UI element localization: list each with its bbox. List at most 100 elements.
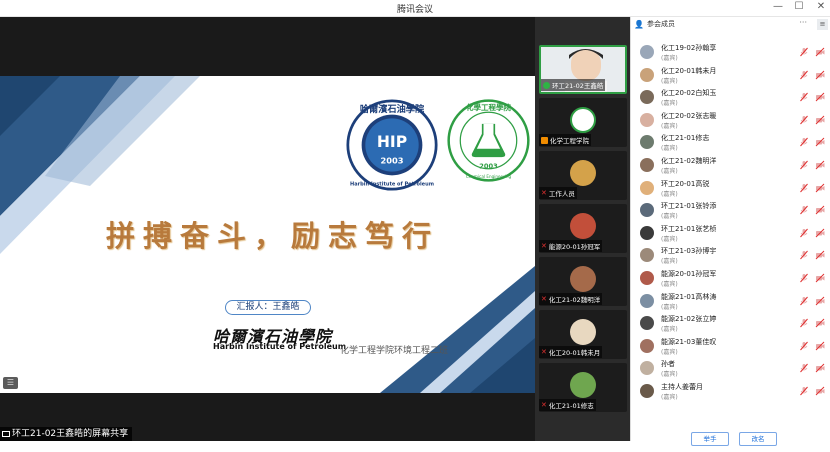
hip-logo-emblem: HIP 2003 哈爾濱石油學院 Harbin Institute of Pet…	[346, 99, 438, 191]
camera-off-icon[interactable]	[815, 160, 825, 170]
mic-muted-icon[interactable]	[799, 92, 809, 102]
mic-muted-icon[interactable]	[799, 273, 809, 283]
mic-muted-icon[interactable]	[799, 296, 809, 306]
mic-muted-icon[interactable]	[799, 137, 809, 147]
screen-share-icon	[2, 431, 10, 437]
mic-muted-icon[interactable]	[799, 70, 809, 80]
video-tile[interactable]: 化学工程学院	[539, 98, 627, 147]
participant-role: (嘉宾)	[661, 122, 678, 130]
avatar	[640, 248, 654, 263]
avatar	[640, 270, 654, 285]
camera-off-icon[interactable]	[815, 250, 825, 260]
avatar	[570, 319, 596, 345]
video-tile[interactable]: 环工21-02王鑫皓	[539, 45, 627, 94]
participant-row[interactable]: 环工21-01张铃添 (嘉宾)	[631, 200, 830, 223]
participant-row[interactable]: 能源21-02张立婷 (嘉宾)	[631, 313, 830, 336]
camera-off-icon[interactable]	[815, 92, 825, 102]
participant-row[interactable]: 环工20-01高锐 (嘉宾)	[631, 178, 830, 201]
mic-muted-icon[interactable]	[799, 205, 809, 215]
camera-off-icon[interactable]	[815, 341, 825, 351]
video-tile-name: ✕ 化工21-01修志	[539, 399, 596, 411]
panel-header: 👤 参会成员 ··· ≡	[631, 17, 830, 31]
participant-row[interactable]: 化工21-02魏明洋 (嘉宾)	[631, 155, 830, 178]
maximize-button[interactable]: ☐	[792, 1, 806, 12]
camera-off-icon[interactable]	[815, 183, 825, 193]
video-tile[interactable]: ✕ 工作人员	[539, 151, 627, 200]
avatar	[640, 157, 654, 172]
participant-row[interactable]: 能源20-01孙冠军 (嘉宾)	[631, 268, 830, 291]
camera-off-icon[interactable]	[815, 318, 825, 328]
chem-college-logo-emblem: 2003 化學工程學院 Chemical Engineering	[447, 99, 530, 182]
participant-row[interactable]: 孙者 (嘉宾)	[631, 358, 830, 381]
camera-off-icon[interactable]	[815, 273, 825, 283]
mic-muted-icon[interactable]	[799, 386, 809, 396]
participant-name: 能源21-03董佳叹	[661, 337, 717, 346]
mic-muted-icon[interactable]	[799, 47, 809, 57]
camera-off-icon[interactable]	[815, 137, 825, 147]
rename-button[interactable]: 改名	[739, 432, 777, 446]
participant-name: 环工21-01张铃添	[661, 202, 717, 211]
avatar	[640, 225, 654, 240]
camera-off-icon[interactable]	[815, 363, 825, 373]
camera-off-icon[interactable]	[815, 70, 825, 80]
participant-row[interactable]: 化工19-02孙翰享 (嘉宾)	[631, 42, 830, 65]
video-tile[interactable]: ✕ 化工21-01修志	[539, 363, 627, 412]
video-tile[interactable]: ✕ 化工20-01韩未月	[539, 310, 627, 359]
camera-off-icon[interactable]	[815, 296, 825, 306]
close-button[interactable]: ✕	[814, 1, 828, 12]
participant-row[interactable]: 化工20-02白知玉 (嘉宾)	[631, 87, 830, 110]
participant-row[interactable]: 环工21-01张艺桢 (嘉宾)	[631, 223, 830, 246]
participant-list[interactable]: 化工19-02孙翰享 (嘉宾) 化工20-01韩未月 (嘉宾) 化工20-02白知玉 (嘉…	[631, 42, 830, 404]
avatar	[570, 107, 596, 133]
camera-off-icon[interactable]	[815, 47, 825, 57]
participant-role: (嘉宾)	[661, 280, 678, 288]
camera-off-icon[interactable]	[815, 115, 825, 125]
camera-off-icon[interactable]	[815, 205, 825, 215]
camera-off-icon[interactable]	[815, 228, 825, 238]
avatar	[570, 160, 596, 186]
video-tile[interactable]: ✕ 能源20-01孙冠军	[539, 204, 627, 253]
avatar	[640, 338, 654, 353]
camera-off-icon[interactable]	[815, 386, 825, 396]
mic-muted-icon[interactable]	[799, 341, 809, 351]
participant-row[interactable]: 主持人姜蕾月 (嘉宾)	[631, 381, 830, 404]
avatar	[640, 383, 654, 398]
video-tile[interactable]: ✕ 化工21-02魏明洋	[539, 257, 627, 306]
participant-row[interactable]: 化工21-01修志 (嘉宾)	[631, 132, 830, 155]
raise-hand-button[interactable]: 举手	[691, 432, 729, 446]
mic-muted-icon[interactable]	[799, 363, 809, 373]
mic-muted-icon[interactable]	[799, 115, 809, 125]
participant-row[interactable]: 环工21-03孙博宇 (嘉宾)	[631, 245, 830, 268]
video-column[interactable]: 环工21-02王鑫皓 化学工程学院 ✕ 工作人员 ✕ 能源20-01孙冠军 ✕ …	[535, 17, 630, 441]
mic-muted-icon[interactable]	[799, 183, 809, 193]
participant-name: 环工21-03孙博宇	[661, 247, 717, 256]
participant-row[interactable]: 化工20-01韩未月 (嘉宾)	[631, 65, 830, 88]
shared-screen-stage[interactable]: HIP 2003 哈爾濱石油學院 Harbin Institute of Pet…	[0, 17, 535, 441]
minimize-button[interactable]: —	[771, 1, 785, 12]
participant-row[interactable]: 能源21-03董佳叹 (嘉宾)	[631, 336, 830, 359]
mic-muted-icon[interactable]	[799, 318, 809, 328]
mic-muted-icon[interactable]	[799, 228, 809, 238]
participant-name: 化工20-02张志暖	[661, 111, 717, 120]
slide-motto: 拼搏奋斗，励志笃行	[105, 219, 439, 253]
panel-actions: 举手 改名	[631, 432, 830, 452]
participant-role: (嘉宾)	[661, 371, 678, 379]
participant-role: (嘉宾)	[661, 235, 678, 243]
participant-role: (嘉宾)	[661, 348, 678, 356]
chem-ring-en: Chemical Engineering	[466, 174, 512, 179]
hip-year: 2003	[380, 155, 403, 165]
department-label: 化学工程学院环境工程二班	[340, 346, 449, 356]
mic-muted-icon[interactable]	[799, 250, 809, 260]
avatar	[640, 45, 654, 59]
participant-row[interactable]: 能源21-01高林涛 (嘉宾)	[631, 291, 830, 314]
participant-name: 能源21-01高林涛	[661, 292, 717, 301]
participant-row[interactable]: 化工20-02张志暖 (嘉宾)	[631, 110, 830, 133]
panel-menu-icon[interactable]: ≡	[817, 19, 828, 30]
participant-name: 环工20-01高锐	[661, 179, 710, 188]
participant-role: (嘉宾)	[661, 213, 678, 221]
mic-muted-icon[interactable]	[799, 160, 809, 170]
title-bar: 腾讯会议 — ☐ ✕	[0, 0, 830, 17]
panel-more-button[interactable]: ···	[799, 18, 807, 27]
list-menu-icon[interactable]: ☰	[3, 377, 18, 389]
avatar	[640, 361, 654, 376]
